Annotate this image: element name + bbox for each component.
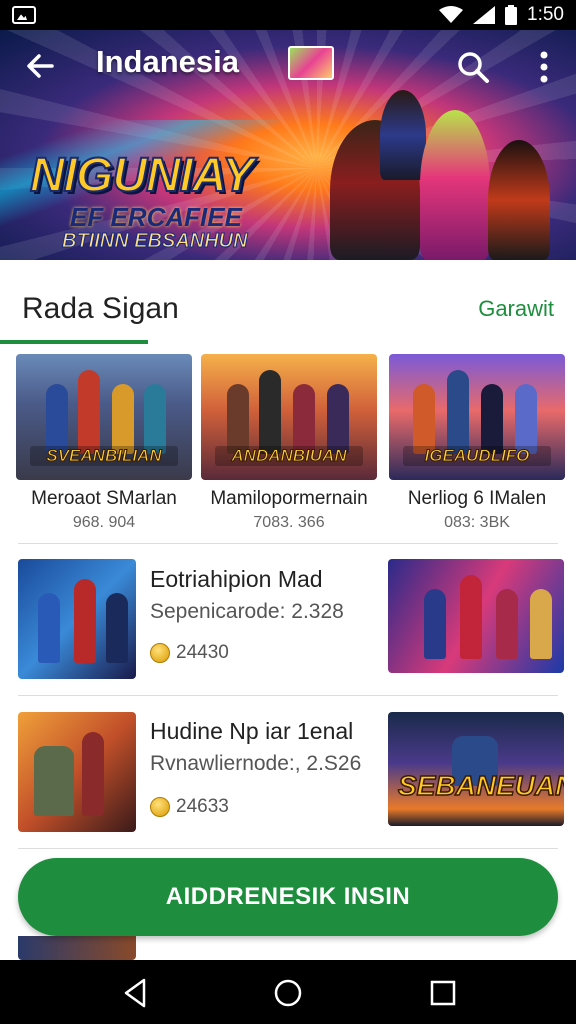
game-tile-meta: 968. 904 [72, 514, 136, 531]
divider [18, 543, 558, 544]
list-item-title[interactable]: Eotriahipion Mad [150, 566, 323, 593]
banner-logo: NIGUNIAY [29, 148, 255, 203]
character-figure [460, 575, 482, 659]
signal-icon [473, 6, 496, 24]
character-figure [424, 589, 446, 659]
character-figure [112, 384, 134, 454]
coin-icon [150, 797, 170, 817]
character-figure [78, 370, 100, 454]
character-figure [106, 593, 128, 663]
game-tile[interactable]: SVEANBILIAN Meroaot SMarlan 968. 904 [16, 354, 192, 531]
battery-icon [505, 5, 518, 25]
hero-figure [380, 90, 426, 180]
character-figure [481, 384, 503, 454]
banner-subtitle-secondary: BTIINN EBSANHUN [62, 230, 249, 253]
list-item-price: 24633 [176, 796, 229, 817]
game-tile-meta: 7083. 366 [253, 514, 325, 531]
more-options-icon[interactable] [532, 50, 556, 84]
character-figure [259, 370, 281, 454]
gallery-notification-icon [12, 6, 36, 24]
home-icon[interactable] [271, 976, 305, 1010]
character-figure [293, 384, 315, 454]
game-tile-name: Meroaot SMarlan [31, 488, 177, 509]
coin-icon [150, 643, 170, 663]
list-item-banner[interactable] [388, 559, 564, 673]
section-title: Rada Sigan [22, 292, 179, 325]
wifi-icon [439, 6, 464, 23]
primary-action-button[interactable]: AIDDRENESIK INSIN [18, 858, 558, 936]
game-tile-name: Nerliog 6 IMalen [407, 488, 547, 509]
list-item-subtitle: Rvnawliernode:, 2.S26 [150, 752, 362, 775]
divider [18, 695, 558, 696]
character-figure [227, 384, 249, 454]
list-item-banner[interactable]: SEBANEUAN [388, 712, 564, 826]
game-tile[interactable]: ANDANBIUAN Mamilopormernain 7083. 366 [201, 354, 377, 531]
list-item-thumbnail[interactable] [18, 559, 136, 679]
search-icon[interactable] [456, 50, 490, 84]
character-figure [82, 732, 104, 816]
back-arrow-icon[interactable] [22, 48, 58, 84]
recents-icon[interactable] [426, 976, 460, 1010]
game-tile-image: ANDANBIUAN [201, 354, 377, 480]
character-figure [34, 746, 74, 816]
character-figure [144, 384, 166, 454]
game-tile[interactable]: IGEAUDLIFO Nerliog 6 IMalen 083: 3BK [389, 354, 565, 531]
game-tile-caption: IGEAUDLIFO [403, 446, 551, 466]
list-item-title[interactable]: Hudine Np iar 1enal [150, 718, 353, 745]
divider [18, 848, 558, 849]
list-item-banner-caption: SEBANEUAN [397, 769, 564, 802]
back-icon[interactable] [118, 976, 152, 1010]
character-figure [530, 589, 552, 659]
character-figure [74, 579, 96, 663]
game-tile-name: Mamilopormernain [210, 488, 368, 509]
banner-subtitle: EF ERCAFIEE [70, 202, 242, 232]
page-title: Indanesia [96, 44, 239, 79]
character-figure [327, 384, 349, 454]
clock: 1:50 [527, 4, 564, 25]
game-logo-icon [288, 46, 334, 80]
game-tile-caption: SVEANBILIAN [30, 446, 178, 466]
game-tile-meta: 083: 3BK [444, 514, 510, 531]
hero-figure [488, 140, 550, 260]
character-figure [38, 593, 60, 663]
section-tab-indicator [0, 340, 148, 344]
hero-figure [420, 110, 490, 260]
character-figure [447, 370, 469, 454]
list-item-thumbnail[interactable] [18, 712, 136, 832]
character-figure [496, 589, 518, 659]
game-tile-image: SVEANBILIAN [16, 354, 192, 480]
character-figure [515, 384, 537, 454]
list-item-price: 24430 [176, 642, 229, 663]
character-figure [46, 384, 68, 454]
character-figure [413, 384, 435, 454]
system-nav-bar [0, 960, 576, 1024]
list-item-subtitle: Sepenicarode: 2.328 [150, 600, 344, 623]
see-all-link[interactable]: Garawit [478, 296, 554, 322]
game-tile-image: IGEAUDLIFO [389, 354, 565, 480]
game-tile-caption: ANDANBIUAN [215, 446, 363, 466]
list-item-thumbnail [18, 936, 136, 960]
status-bar: 1:50 [0, 0, 576, 30]
